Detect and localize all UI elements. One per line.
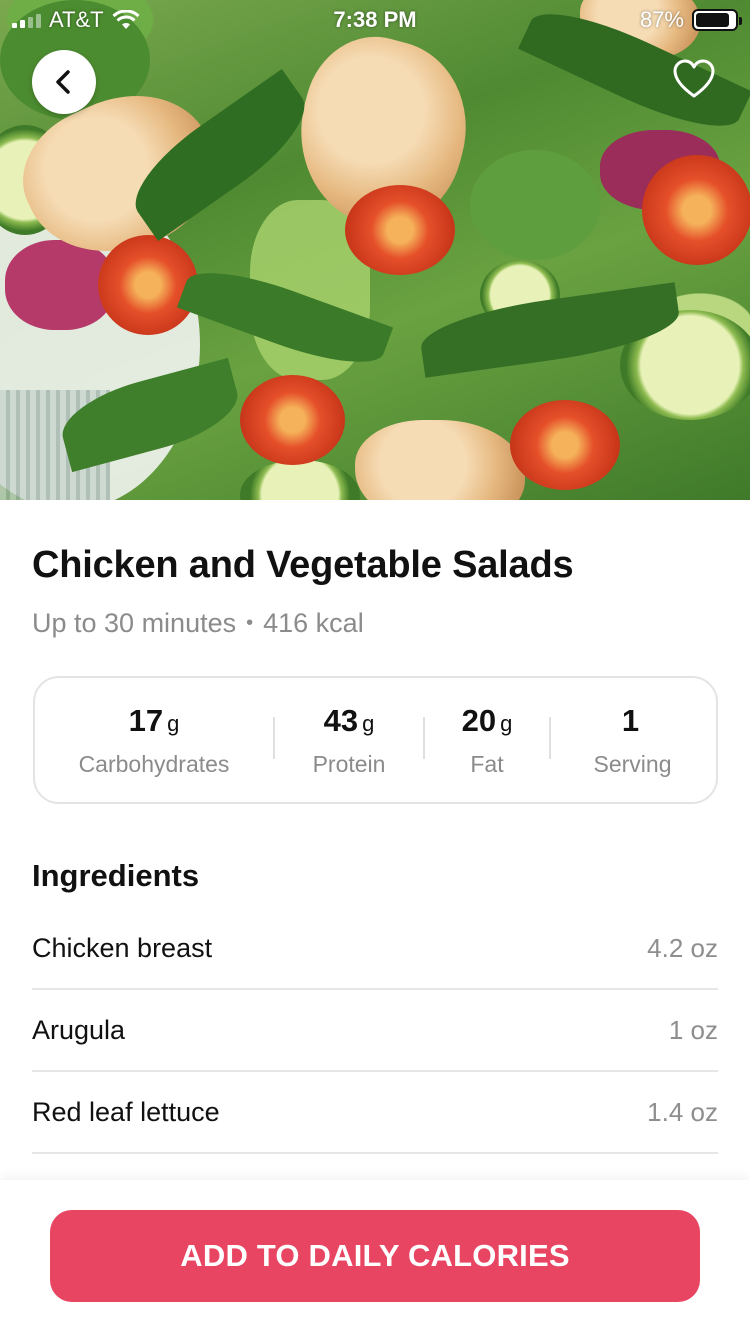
back-button[interactable] — [32, 50, 96, 114]
status-right: 87% — [478, 7, 742, 33]
ingredient-amount: 1 oz — [668, 1014, 718, 1045]
macro-serving: 1 Serving — [551, 678, 714, 802]
meta-separator: • — [246, 612, 254, 634]
macro-unit: g — [362, 710, 375, 736]
add-to-daily-calories-button[interactable]: ADD TO DAILY CALORIES — [50, 1210, 700, 1302]
recipe-calories: 416 kcal — [263, 608, 364, 638]
nutrition-summary-card: 17 g Carbohydrates 43 g Protein 20 g Fat 1 … — [33, 676, 718, 804]
ingredient-name: Arugula — [32, 1014, 126, 1045]
macro-value: 1 — [621, 702, 640, 738]
wifi-icon — [112, 10, 140, 29]
ingredient-amount: 1.4 oz — [647, 1096, 718, 1127]
ingredients-heading: Ingredients — [32, 858, 200, 893]
macro-label: Fat — [470, 750, 504, 777]
recipe-duration: Up to 30 minutes — [32, 608, 237, 638]
macro-fat: 20 g Fat — [425, 678, 549, 802]
macro-unit: g — [167, 710, 180, 736]
ingredient-name: Red leaf lettuce — [32, 1096, 220, 1127]
status-bar: AT&T 7:38 PM 87% — [0, 0, 750, 40]
salad-leaf — [470, 150, 600, 260]
cherry-tomato — [345, 185, 455, 275]
battery-icon — [692, 9, 742, 31]
macro-unit: g — [500, 710, 513, 736]
recipe-meta: Up to 30 minutes • 416 kcal — [32, 608, 364, 639]
macro-label: Serving — [593, 750, 672, 777]
cherry-tomato — [98, 235, 198, 335]
cherry-tomato — [240, 375, 345, 465]
recipe-hero-image — [0, 0, 750, 500]
macro-value: 20 — [461, 702, 497, 738]
macro-carbohydrates: 17 g Carbohydrates — [35, 678, 273, 802]
bottom-action-bar: ADD TO DAILY CALORIES — [0, 1180, 750, 1334]
recipe-title: Chicken and Vegetable Salads — [32, 544, 574, 586]
status-left: AT&T — [12, 7, 272, 33]
ingredient-name: Chicken breast — [32, 932, 213, 963]
macro-protein: 43 g Protein — [275, 678, 423, 802]
cherry-tomato — [510, 400, 620, 490]
recipe-details: Chicken and Vegetable Salads Up to 30 mi… — [0, 500, 750, 1180]
macro-label: Carbohydrates — [78, 750, 230, 777]
cherry-tomato — [642, 155, 750, 265]
status-time: 7:38 PM — [333, 7, 417, 32]
ingredients-list: Chicken breast 4.2 oz Arugula 1 oz Red l… — [32, 908, 718, 1154]
chevron-left-icon — [56, 70, 70, 94]
cucumber-slice — [240, 460, 360, 500]
carrier-name: AT&T — [49, 7, 104, 32]
cellular-signal-icon — [12, 12, 41, 28]
battery-percent: 87% — [639, 7, 684, 32]
ingredient-row: Arugula 1 oz — [32, 990, 718, 1072]
macro-value: 43 — [323, 702, 359, 738]
macro-value: 17 — [128, 702, 164, 738]
ingredient-row: Red leaf lettuce 1.4 oz — [32, 1072, 718, 1154]
favorite-heart-icon[interactable] — [672, 58, 716, 102]
ingredient-amount: 4.2 oz — [647, 932, 718, 963]
chicken-piece — [355, 420, 525, 500]
ingredient-row: Chicken breast 4.2 oz — [32, 908, 718, 990]
macro-label: Protein — [312, 750, 386, 777]
